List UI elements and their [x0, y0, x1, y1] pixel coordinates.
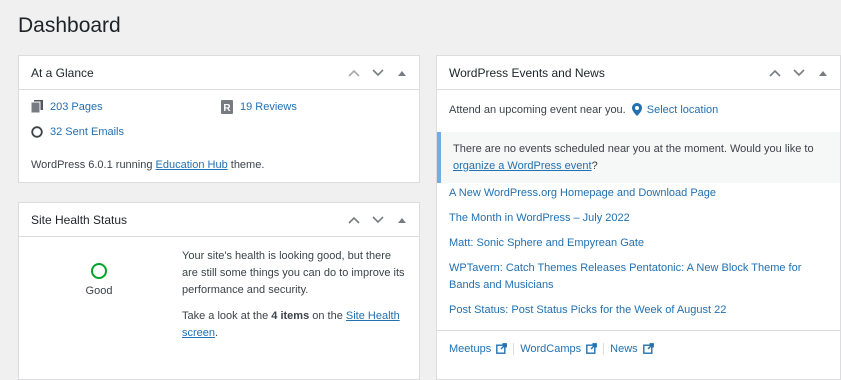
- health-items-line: Take a look at the 4 items on the Site H…: [182, 308, 407, 342]
- widget-title: Site Health Status: [31, 212, 128, 227]
- events-intro: Attend an upcoming event near you. Selec…: [449, 103, 718, 116]
- divider: [603, 342, 605, 355]
- wordpress-version-info: WordPress 6.0.1 running Education Hub th…: [31, 159, 264, 171]
- items-prefix: Take a look at the: [182, 310, 272, 322]
- sent-emails-link[interactable]: 32 Sent Emails: [31, 126, 124, 138]
- health-message: Your site's health is looking good, but …: [182, 248, 407, 351]
- no-events-notice: There are no events scheduled near you a…: [437, 132, 840, 183]
- move-down-icon[interactable]: [371, 213, 385, 227]
- svg-text:R: R: [223, 103, 231, 114]
- notice-text: There are no events scheduled near you a…: [453, 143, 814, 155]
- health-summary: Your site's health is looking good, but …: [182, 250, 405, 296]
- glance-items: 203 Pages R 19 Reviews 32 Sent Emails: [31, 100, 407, 150]
- page-title: Dashboard: [18, 14, 121, 37]
- news-item[interactable]: Post Status: Post Status Picks for the W…: [449, 302, 828, 319]
- news-item[interactable]: A New WordPress.org Homepage and Downloa…: [449, 185, 828, 202]
- site-health-widget: Site Health Status Good Your site's heal…: [18, 202, 420, 380]
- version-prefix: WordPress 6.0.1 running: [31, 159, 156, 171]
- select-location-label: Select location: [646, 103, 719, 116]
- health-status-label: Good: [85, 285, 113, 297]
- pages-count-link[interactable]: 203 Pages: [31, 100, 103, 113]
- move-up-icon[interactable]: [347, 66, 361, 80]
- pages-icon: [31, 100, 43, 113]
- items-count: 4 items: [271, 310, 310, 322]
- events-news-widget: WordPress Events and News Attend an upco…: [436, 55, 841, 380]
- move-up-icon[interactable]: [768, 66, 782, 80]
- news-item[interactable]: Matt: Sonic Sphere and Empyrean Gate: [449, 235, 828, 252]
- news-list: A New WordPress.org Homepage and Downloa…: [449, 185, 828, 327]
- external-link-icon: [496, 343, 508, 354]
- meetups-link[interactable]: Meetups: [449, 342, 508, 355]
- organize-event-link[interactable]: organize a WordPress event: [453, 160, 592, 172]
- widget-header: Site Health Status: [19, 203, 419, 237]
- email-circle-icon: [31, 126, 43, 138]
- widget-title: WordPress Events and News: [449, 65, 605, 80]
- widget-title: At a Glance: [31, 65, 94, 80]
- items-suffix: .: [215, 327, 219, 339]
- handle-actions: [768, 66, 830, 80]
- health-indicator: Good: [74, 263, 124, 297]
- items-middle: on the: [309, 310, 346, 322]
- pages-count-label: 203 Pages: [50, 100, 103, 113]
- widget-header: At a Glance: [19, 56, 419, 90]
- news-item[interactable]: The Month in WordPress – July 2022: [449, 210, 828, 227]
- reviews-count-link[interactable]: R 19 Reviews: [221, 100, 297, 114]
- move-down-icon[interactable]: [371, 66, 385, 80]
- move-up-icon[interactable]: [347, 213, 361, 227]
- meetups-label: Meetups: [449, 342, 492, 355]
- external-link-icon: [642, 343, 654, 354]
- reviews-icon: R: [221, 100, 233, 114]
- divider: [513, 342, 515, 355]
- wordcamps-link[interactable]: WordCamps: [520, 342, 598, 355]
- reviews-count-label: 19 Reviews: [240, 101, 297, 113]
- collapse-toggle-icon[interactable]: [816, 66, 830, 80]
- location-pin-icon: [631, 103, 642, 116]
- handle-actions: [347, 66, 409, 80]
- select-location-button[interactable]: Select location: [631, 103, 719, 116]
- version-suffix: theme.: [227, 159, 265, 171]
- health-status-circle-icon: [91, 263, 107, 279]
- sent-emails-label: 32 Sent Emails: [50, 126, 124, 138]
- theme-link[interactable]: Education Hub: [156, 159, 228, 171]
- news-item[interactable]: WPTavern: Catch Themes Releases Pentaton…: [449, 260, 828, 294]
- widget-header: WordPress Events and News: [437, 56, 840, 90]
- handle-actions: [347, 213, 409, 227]
- events-footer: Meetups WordCamps News: [437, 330, 840, 366]
- external-link-icon: [586, 343, 598, 354]
- collapse-toggle-icon[interactable]: [395, 66, 409, 80]
- at-a-glance-widget: At a Glance 203 Pages R 19 Reviews 32 Se…: [18, 55, 420, 183]
- wordcamps-label: WordCamps: [520, 342, 582, 355]
- news-label: News: [610, 342, 638, 355]
- move-down-icon[interactable]: [792, 66, 806, 80]
- events-intro-text: Attend an upcoming event near you.: [449, 103, 626, 116]
- notice-suffix: ?: [591, 160, 598, 172]
- collapse-toggle-icon[interactable]: [395, 213, 409, 227]
- news-link[interactable]: News: [610, 343, 654, 355]
